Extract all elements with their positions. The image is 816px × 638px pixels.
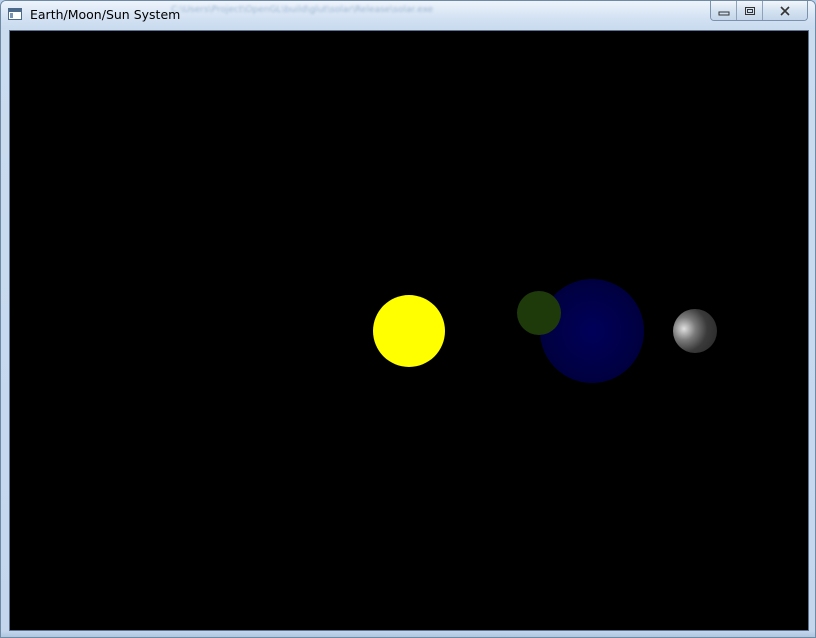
close-icon (780, 5, 790, 16)
app-window: C:\Users\Project\OpenGL\build\glut\solar… (0, 0, 816, 638)
maximize-button[interactable] (737, 1, 763, 20)
sun (373, 295, 445, 367)
solar-system-scene (10, 31, 808, 630)
moon (673, 309, 717, 353)
caption-buttons (710, 1, 808, 21)
close-button[interactable] (763, 1, 807, 20)
opengl-viewport[interactable] (9, 30, 809, 631)
window-title: Earth/Moon/Sun System (30, 7, 181, 22)
green-body (517, 291, 561, 335)
minimize-icon (718, 11, 729, 15)
window-bottom-border (1, 631, 815, 637)
minimize-button[interactable] (711, 1, 737, 20)
earth (540, 279, 644, 383)
maximize-icon (744, 6, 755, 15)
window-app-icon[interactable] (8, 8, 22, 20)
background-window-title-blur: C:\Users\Project\OpenGL\build\glut\solar… (171, 5, 434, 15)
title-bar[interactable]: C:\Users\Project\OpenGL\build\glut\solar… (1, 1, 815, 29)
